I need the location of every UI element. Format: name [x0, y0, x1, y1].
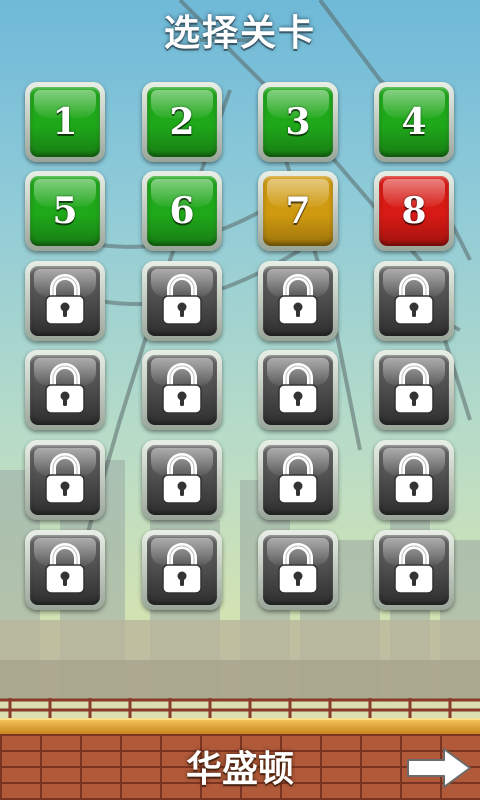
- level-button-locked[interactable]: [258, 440, 338, 520]
- level-number: 2: [169, 101, 195, 143]
- level-button-face: 2: [147, 87, 217, 157]
- level-button-face: 4: [379, 87, 449, 157]
- level-button-face: [263, 535, 333, 605]
- lock-icon: [394, 543, 434, 594]
- lock-icon: [394, 453, 434, 504]
- level-button-face: [147, 266, 217, 336]
- level-button-face: [379, 266, 449, 336]
- level-button-locked[interactable]: [142, 440, 222, 520]
- level-number: 3: [285, 101, 311, 143]
- level-button-face: 5: [30, 176, 100, 246]
- level-button-locked[interactable]: [258, 530, 338, 610]
- level-button-5[interactable]: 5: [25, 171, 105, 251]
- level-button-face: 1: [30, 87, 100, 157]
- level-button-face: [147, 535, 217, 605]
- level-button-locked[interactable]: [25, 440, 105, 520]
- level-button-locked[interactable]: [258, 350, 338, 430]
- level-button-locked[interactable]: [25, 261, 105, 341]
- level-button-face: [379, 535, 449, 605]
- level-button-locked[interactable]: [258, 261, 338, 341]
- level-button-locked[interactable]: [142, 530, 222, 610]
- level-button-face: [30, 266, 100, 336]
- level-button-locked[interactable]: [25, 350, 105, 430]
- level-button-face: [147, 445, 217, 515]
- level-button-face: [263, 355, 333, 425]
- level-button-2[interactable]: 2: [142, 82, 222, 162]
- lock-icon: [394, 363, 434, 414]
- lock-icon: [45, 363, 85, 414]
- lock-icon: [162, 274, 202, 325]
- level-button-locked[interactable]: [25, 530, 105, 610]
- level-button-6[interactable]: 6: [142, 171, 222, 251]
- level-button-1[interactable]: 1: [25, 82, 105, 162]
- level-button-locked[interactable]: [374, 261, 454, 341]
- level-button-locked[interactable]: [374, 440, 454, 520]
- lock-icon: [45, 543, 85, 594]
- level-number: 6: [169, 190, 195, 232]
- lock-icon: [278, 543, 318, 594]
- lock-icon: [45, 453, 85, 504]
- level-button-face: [263, 445, 333, 515]
- level-button-locked[interactable]: [142, 261, 222, 341]
- lock-icon: [278, 274, 318, 325]
- level-button-face: [30, 355, 100, 425]
- level-button-face: [30, 535, 100, 605]
- arrow-right-icon[interactable]: [404, 746, 474, 790]
- lock-icon: [45, 274, 85, 325]
- lock-icon: [162, 363, 202, 414]
- level-button-face: [263, 266, 333, 336]
- lock-icon: [394, 274, 434, 325]
- level-button-7[interactable]: 7: [258, 171, 338, 251]
- level-button-face: 8: [379, 176, 449, 246]
- level-button-face: [379, 445, 449, 515]
- lock-icon: [162, 453, 202, 504]
- level-button-face: [147, 355, 217, 425]
- level-button-3[interactable]: 3: [258, 82, 338, 162]
- lock-icon: [278, 453, 318, 504]
- level-number: 7: [285, 190, 311, 232]
- level-button-face: 7: [263, 176, 333, 246]
- level-button-face: 3: [263, 87, 333, 157]
- level-button-locked[interactable]: [374, 530, 454, 610]
- level-button-face: [30, 445, 100, 515]
- level-button-4[interactable]: 4: [374, 82, 454, 162]
- lock-icon: [278, 363, 318, 414]
- level-button-8[interactable]: 8: [374, 171, 454, 251]
- level-button-face: 6: [147, 176, 217, 246]
- lock-icon: [162, 543, 202, 594]
- level-number: 8: [401, 190, 427, 232]
- level-number: 5: [52, 190, 78, 232]
- level-button-locked[interactable]: [142, 350, 222, 430]
- level-number: 1: [52, 101, 78, 143]
- level-grid: 1 2 3 4 5 6 7 8: [0, 0, 480, 620]
- level-button-locked[interactable]: [374, 350, 454, 430]
- level-button-face: [379, 355, 449, 425]
- level-number: 4: [401, 101, 427, 143]
